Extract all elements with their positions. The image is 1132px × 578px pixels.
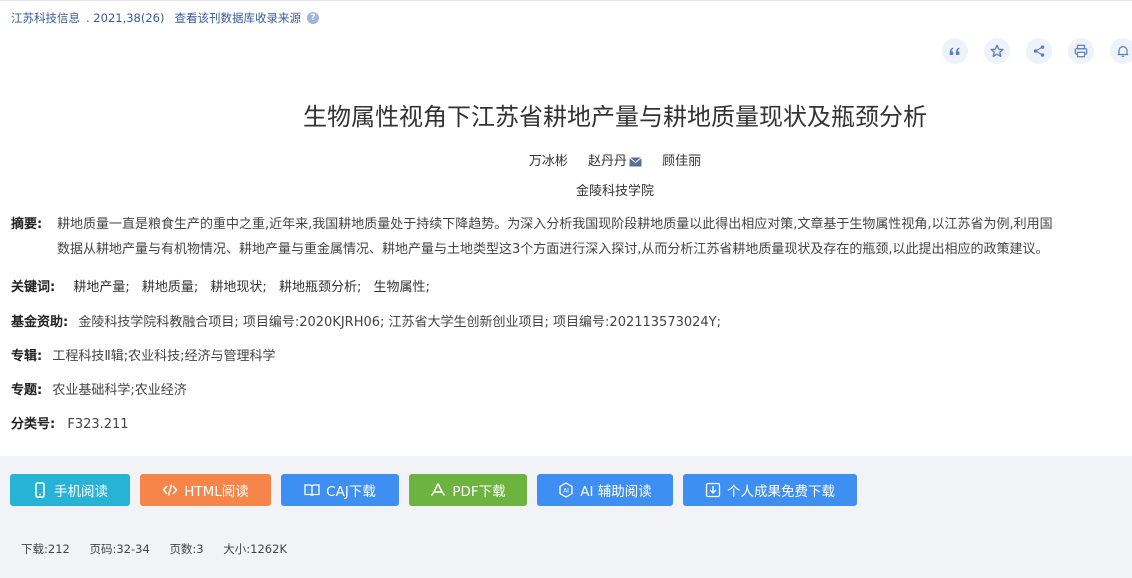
stats-line: 下载:212 页码:32-34 页数:3 大小:1262K: [21, 541, 303, 557]
html-read-button[interactable]: HTML阅读: [140, 474, 271, 506]
database-source-link[interactable]: 查看该刊数据库收录来源: [174, 10, 301, 26]
issue-text: . 2021,38(26): [86, 11, 165, 25]
code-icon: [162, 484, 178, 496]
funding-value[interactable]: 金陵科技学院科教融合项目; 项目编号:2020KJRH06; 江苏省大学生创新创…: [78, 315, 721, 330]
classification-label: 分类号:: [11, 417, 56, 432]
phone-icon: [35, 482, 45, 498]
button-bar: 手机阅读 HTML阅读 CAJ下载 PDF下载 AI AI 辅助阅读 个人成果免…: [10, 474, 867, 506]
button-label: 个人成果免费下载: [727, 484, 835, 500]
author-link[interactable]: 万冰彬: [529, 154, 568, 169]
notify-icon[interactable]: [1110, 38, 1132, 64]
file-size: 大小:1262K: [223, 542, 287, 556]
funding-row: 基金资助: 金陵科技学院科教融合项目; 项目编号:2020KJRH06; 江苏省…: [11, 311, 721, 330]
article-title: 生物属性视角下江苏省耕地产量与耕地质量现状及瓶颈分析: [303, 103, 927, 131]
button-label: CAJ下载: [326, 484, 376, 500]
keyword-link[interactable]: 耕地产量;: [73, 280, 129, 295]
button-label: PDF下载: [452, 484, 506, 500]
download-icon: [705, 482, 721, 498]
author-list: 万冰彬 赵丹丹 顾佳丽: [200, 150, 1030, 169]
svg-text:AI: AI: [563, 488, 569, 495]
help-icon[interactable]: ?: [306, 12, 319, 24]
topic-label: 专题:: [11, 383, 43, 398]
topic-row: 专题: 农业基础科学;农业经济: [11, 379, 187, 398]
ai-icon: AI: [559, 482, 573, 498]
ai-read-button[interactable]: AI AI 辅助阅读: [537, 474, 673, 506]
keyword-link[interactable]: 耕地瓶颈分析;: [279, 280, 361, 295]
button-label: 手机阅读: [54, 484, 108, 500]
topic-value: 农业基础科学;农业经济: [52, 383, 187, 398]
action-panel: 手机阅读 HTML阅读 CAJ下载 PDF下载 AI AI 辅助阅读 个人成果免…: [0, 456, 1132, 578]
free-download-button[interactable]: 个人成果免费下载: [683, 474, 857, 506]
book-icon: [304, 484, 320, 497]
share-icon[interactable]: [1026, 38, 1052, 64]
page-count: 页数:3: [169, 542, 204, 556]
classification-value: F323.211: [67, 417, 129, 432]
abstract-label: 摘要:: [11, 217, 43, 232]
download-count: 下载:212: [21, 542, 70, 556]
series-row: 专辑: 工程科技Ⅱ辑;农业科技;经济与管理科学: [11, 345, 276, 364]
abstract-text-line: 数据从耕地产量与有机物情况、耕地产量与重金属情况、耕地产量与土地类型这3个方面进…: [57, 242, 1049, 257]
keyword-link[interactable]: 生物属性;: [373, 280, 429, 295]
series-label: 专辑:: [11, 349, 43, 364]
favorite-icon[interactable]: [984, 38, 1010, 64]
author-link[interactable]: 赵丹丹: [588, 154, 642, 169]
series-value: 工程科技Ⅱ辑;农业科技;经济与管理科学: [52, 349, 276, 364]
keywords-label: 关键词:: [11, 280, 56, 295]
classification-row: 分类号: F323.211: [11, 413, 129, 432]
organization-link[interactable]: 金陵科技学院: [200, 180, 1030, 199]
keyword-link[interactable]: 耕地质量;: [142, 280, 198, 295]
button-label: AI 辅助阅读: [580, 484, 652, 500]
source-line: 江苏科技信息 . 2021,38(26) 查看该刊数据库收录来源 ?: [11, 10, 319, 26]
print-icon[interactable]: [1068, 38, 1094, 64]
toolbar: [942, 38, 1132, 64]
top-divider: [0, 0, 1132, 1]
caj-download-button[interactable]: CAJ下载: [281, 474, 399, 506]
abstract: 摘要: 耕地质量一直是粮食生产的重中之重,近年来,我国耕地质量处于持续下降趋势。…: [11, 212, 1132, 262]
journal-link[interactable]: 江苏科技信息: [11, 10, 80, 26]
funding-label: 基金资助:: [11, 315, 69, 330]
mail-icon[interactable]: [629, 156, 642, 167]
author-link[interactable]: 顾佳丽: [662, 154, 701, 169]
button-label: HTML阅读: [184, 484, 249, 500]
pdf-download-button[interactable]: PDF下载: [409, 474, 527, 506]
pdf-icon: [431, 483, 446, 496]
cite-icon[interactable]: [942, 38, 968, 64]
keyword-link[interactable]: 耕地现状;: [210, 280, 266, 295]
keywords-row: 关键词: 耕地产量; 耕地质量; 耕地现状; 耕地瓶颈分析; 生物属性;: [11, 276, 438, 295]
abstract-text-line: 耕地质量一直是粮食生产的重中之重,近年来,我国耕地质量处于持续下降趋势。为深入分…: [57, 217, 1053, 232]
page-range: 页码:32-34: [89, 542, 150, 556]
mobile-read-button[interactable]: 手机阅读: [10, 474, 130, 506]
